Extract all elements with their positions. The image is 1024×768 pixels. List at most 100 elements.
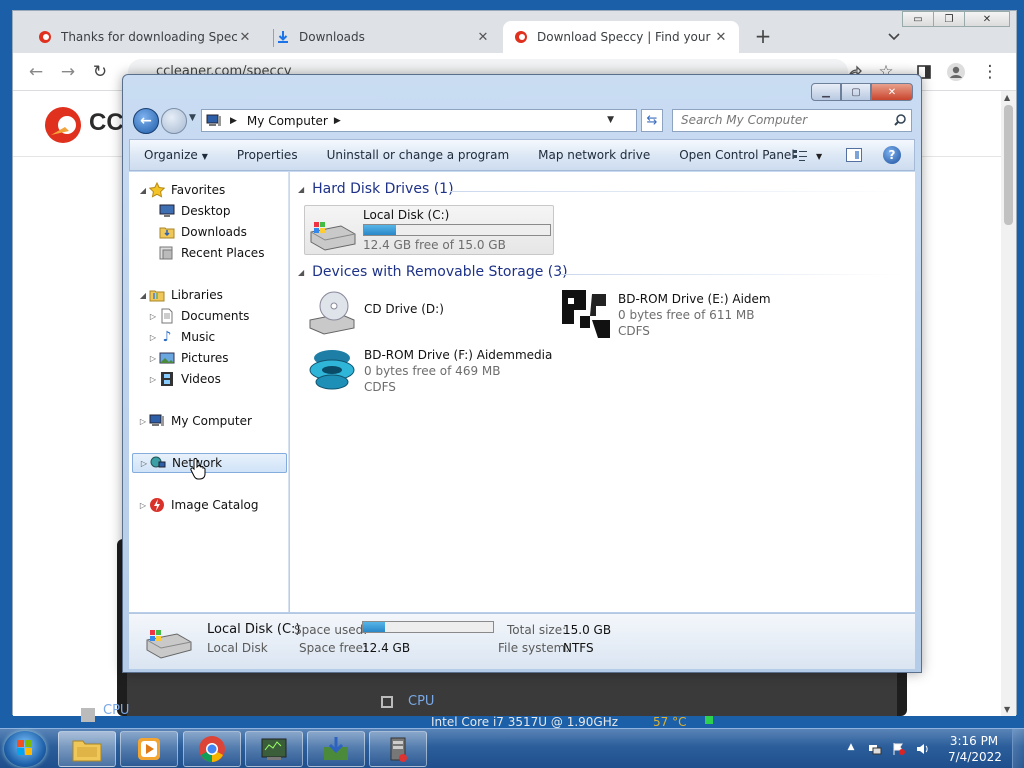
refresh-icon[interactable]: ⇆	[641, 109, 663, 132]
show-desktop-button[interactable]	[1012, 729, 1024, 768]
music-note-icon: ♪	[162, 329, 172, 345]
collapse-triangle-icon[interactable]: ◢	[137, 186, 149, 195]
drive-bd-rom-e[interactable]: BD-ROM Drive (E:) Aidem 0 bytes free of …	[562, 290, 822, 340]
nav-downloads[interactable]: Downloads	[159, 222, 247, 242]
image-catalog-icon	[149, 497, 165, 513]
network-icon	[150, 455, 166, 471]
nav-desktop[interactable]: Desktop	[159, 201, 231, 221]
back-arrow-icon[interactable]: ←	[25, 61, 47, 83]
nav-pictures[interactable]: ▷ Pictures	[147, 348, 229, 368]
collapse-triangle-icon[interactable]: ◢	[298, 268, 304, 277]
computer-icon	[149, 413, 165, 429]
nav-network[interactable]: ▷ Network	[132, 453, 287, 480]
page-scrollbar[interactable]: ▲ ▼	[1001, 91, 1016, 716]
recent-pages-dropdown-icon[interactable]: ▼	[189, 113, 196, 123]
tab-thanks-speccy[interactable]: Thanks for downloading Speccy ✕	[27, 21, 263, 53]
taskbar-media-player-button[interactable]	[120, 731, 178, 767]
chrome-icon	[199, 736, 225, 762]
expand-triangle-icon[interactable]: ▷	[138, 459, 150, 468]
scrollbar-thumb[interactable]	[1004, 105, 1013, 225]
open-control-panel-button[interactable]: Open Control Panel	[679, 148, 794, 162]
organize-button[interactable]: Organize ▼	[144, 148, 208, 162]
search-placeholder: Search My Computer	[681, 113, 808, 127]
collapse-triangle-icon[interactable]: ◢	[298, 185, 304, 194]
restore-button[interactable]: ❐	[933, 11, 965, 27]
volume-speaker-icon[interactable]	[916, 742, 930, 756]
preview-pane-icon[interactable]	[846, 148, 862, 162]
scroll-up-icon[interactable]: ▲	[1004, 93, 1010, 102]
nav-libraries[interactable]: ◢ Libraries	[137, 285, 223, 305]
profile-avatar-icon[interactable]	[945, 61, 967, 83]
tab-search-chevron-icon[interactable]	[887, 29, 903, 45]
ccleaner-logo-icon[interactable]	[43, 105, 83, 145]
explorer-search-input[interactable]: Search My Computer	[672, 109, 912, 132]
nav-favorites[interactable]: ◢ Favorites	[137, 180, 225, 200]
change-view-button[interactable]: ▼	[792, 148, 824, 164]
address-dropdown-icon[interactable]: ▼	[607, 115, 614, 125]
nav-recent-places[interactable]: Recent Places	[159, 243, 264, 263]
properties-button[interactable]: Properties	[237, 148, 298, 162]
taskbar-installer-button[interactable]	[307, 731, 365, 767]
system-clock[interactable]: 3:16 PM 7/4/2022	[948, 733, 1002, 765]
drive-name: Local Disk (C:)	[363, 208, 450, 222]
close-tab-icon[interactable]: ✕	[713, 30, 729, 45]
group-hard-disk-drives[interactable]: ◢ Hard Disk Drives (1)	[298, 181, 454, 197]
drive-bd-rom-f[interactable]: BD-ROM Drive (F:) Aidemmedia 0 bytes fre…	[308, 346, 578, 396]
tab-download-speccy[interactable]: Download Speccy | Find your co ✕	[503, 21, 739, 53]
search-icon[interactable]	[893, 113, 907, 127]
expand-triangle-icon[interactable]: ▷	[147, 333, 159, 342]
breadcrumb-arrow-icon[interactable]: ▶	[334, 116, 341, 126]
forward-arrow-icon[interactable]: →	[57, 61, 79, 83]
breadcrumb-arrow-icon[interactable]: ▶	[230, 116, 237, 126]
expand-triangle-icon[interactable]: ▷	[137, 501, 149, 510]
help-icon[interactable]: ?	[883, 146, 901, 164]
nav-documents[interactable]: ▷ Documents	[147, 306, 249, 326]
nav-my-computer[interactable]: ▷ My Computer	[137, 411, 252, 431]
nav-music[interactable]: ▷ ♪ Music	[147, 327, 215, 347]
explorer-address-bar[interactable]: ▶ My Computer ▶ ▼	[201, 109, 637, 132]
start-button[interactable]	[4, 731, 46, 767]
folder-icon	[72, 740, 102, 762]
menu-kebab-icon[interactable]: ⋮	[979, 61, 1001, 83]
close-tab-icon[interactable]: ✕	[237, 30, 253, 45]
expand-triangle-icon[interactable]: ▷	[147, 312, 159, 321]
minimize-button[interactable]: ▭	[902, 11, 934, 27]
taskbar-speccy-button[interactable]	[245, 731, 303, 767]
view-dropdown-icon[interactable]: ▼	[816, 152, 822, 161]
network-status-icon[interactable]	[868, 742, 882, 756]
explorer-forward-icon[interactable]	[161, 108, 187, 134]
expand-triangle-icon[interactable]: ▷	[147, 375, 159, 384]
hard-drive-icon	[309, 208, 357, 258]
navigation-pane: ◢ Favorites Desktop Downloads Recent Pla…	[129, 172, 289, 612]
system-tray: ▲ 3:16 PM 7/4/2022	[840, 729, 1024, 768]
drive-local-disk-c[interactable]: Local Disk (C:) 12.4 GB free of 15.0 GB	[304, 205, 554, 255]
group-removable-storage[interactable]: ◢ Devices with Removable Storage (3)	[298, 264, 568, 280]
expand-triangle-icon[interactable]: ▷	[147, 354, 159, 363]
nav-videos[interactable]: ▷ Videos	[147, 369, 221, 389]
close-button[interactable]: ✕	[964, 11, 1010, 27]
nav-label: Downloads	[181, 225, 247, 239]
tab-downloads[interactable]: Downloads ✕	[265, 21, 501, 53]
explorer-back-icon[interactable]: ←	[133, 108, 159, 134]
collapse-triangle-icon[interactable]: ◢	[137, 291, 149, 300]
taskbar-chrome-button[interactable]	[183, 731, 241, 767]
new-tab-plus-icon[interactable]: +	[753, 26, 773, 46]
nav-label: Desktop	[181, 204, 231, 218]
drive-cd-d[interactable]: CD Drive (D:)	[308, 290, 558, 338]
breadcrumb-my-computer[interactable]: My Computer	[247, 114, 328, 128]
taskbar-database-button[interactable]	[369, 731, 427, 767]
expand-triangle-icon[interactable]: ▷	[137, 417, 149, 426]
close-tab-icon[interactable]: ✕	[475, 30, 491, 45]
taskbar-explorer-button[interactable]	[58, 731, 116, 767]
show-hidden-icons-icon[interactable]: ▲	[844, 742, 858, 756]
explorer-maximize-button[interactable]: ▢	[841, 83, 871, 101]
explorer-minimize-button[interactable]: ▁	[811, 83, 841, 101]
action-center-flag-icon[interactable]	[892, 742, 906, 756]
explorer-close-button[interactable]: ✕	[871, 83, 913, 101]
reload-icon[interactable]: ↻	[89, 61, 111, 83]
uninstall-program-button[interactable]: Uninstall or change a program	[327, 148, 510, 162]
scroll-down-icon[interactable]: ▼	[1004, 705, 1010, 714]
pictures-icon	[159, 350, 175, 366]
map-network-drive-button[interactable]: Map network drive	[538, 148, 650, 162]
nav-image-catalog[interactable]: ▷ Image Catalog	[137, 495, 258, 515]
